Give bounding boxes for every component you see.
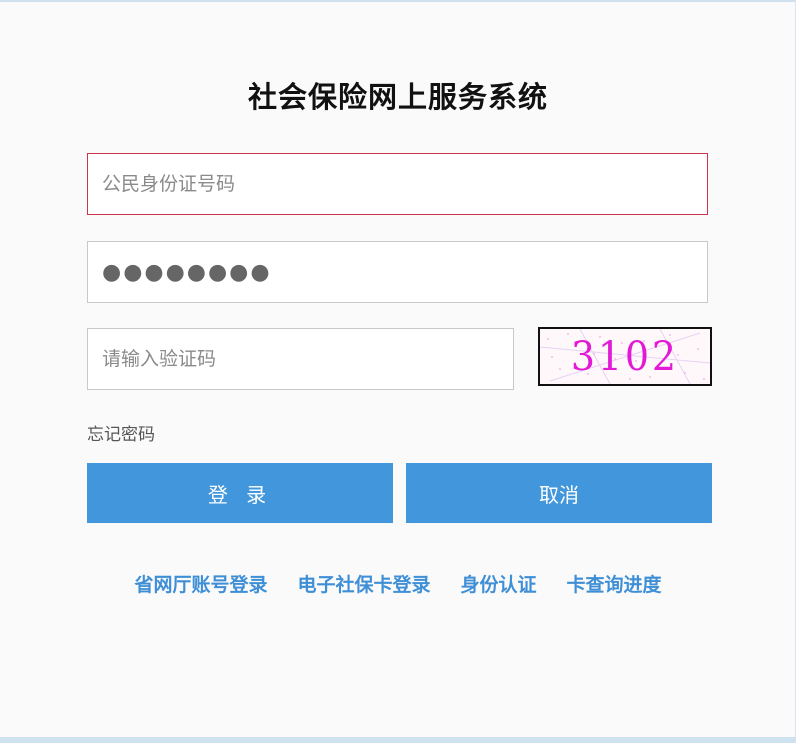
- forgot-password-link[interactable]: 忘记密码: [87, 420, 155, 445]
- link-provincial-account-login[interactable]: 省网厅账号登录: [134, 570, 267, 597]
- captcha-code: 3102: [570, 333, 680, 380]
- alt-login-links: 省网厅账号登录 电子社保卡登录 身份认证 卡查询进度: [0, 570, 796, 597]
- cancel-button[interactable]: 取消: [406, 463, 712, 523]
- password-dots: ●●●●●●●●: [102, 259, 272, 285]
- link-e-social-card-login[interactable]: 电子社保卡登录: [297, 570, 430, 597]
- captcha-input[interactable]: [87, 328, 514, 390]
- login-button[interactable]: 登 录: [87, 463, 393, 523]
- link-identity-verification[interactable]: 身份认证: [461, 570, 537, 597]
- bottom-border: [0, 737, 796, 743]
- id-number-input[interactable]: [87, 153, 708, 215]
- link-card-progress-query[interactable]: 卡查询进度: [567, 570, 662, 597]
- top-border: [0, 0, 796, 2]
- page-title: 社会保险网上服务系统: [247, 80, 548, 114]
- password-input[interactable]: ●●●●●●●●: [87, 241, 708, 303]
- captcha-image[interactable]: 3102: [538, 327, 712, 386]
